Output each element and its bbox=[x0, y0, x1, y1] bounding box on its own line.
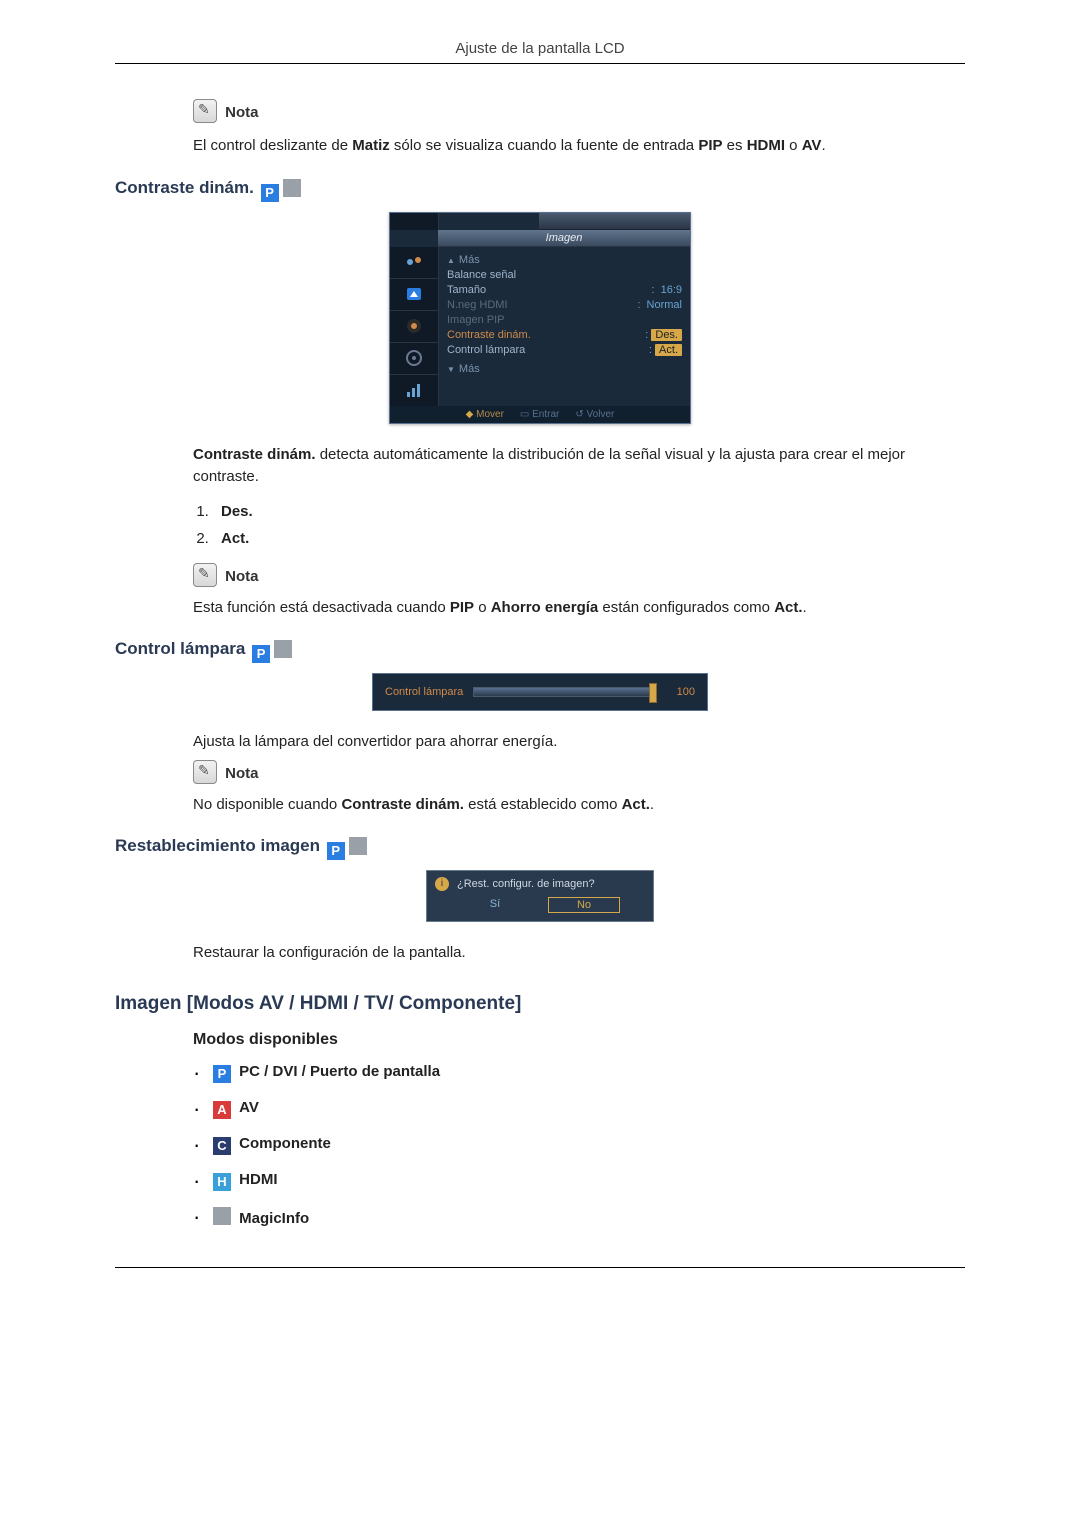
section-reset-title: Restablecimiento imagen P bbox=[115, 836, 965, 860]
osd-side-icon-4 bbox=[390, 343, 438, 375]
note-text: El control deslizante de Matiz sólo se v… bbox=[193, 135, 965, 158]
mode-badge-p-icon: P bbox=[261, 184, 279, 202]
lamp-slider-label: Control lámpara bbox=[385, 686, 463, 698]
note-block: Nota bbox=[193, 99, 965, 123]
osd-footer: ◆ Mover ▭ Entrar ↺ Volver bbox=[390, 406, 690, 423]
section-imagen-modes-title: Imagen [Modos AV / HDMI / TV/ Componente… bbox=[115, 993, 965, 1015]
mode-item-pc: P PC / DVI / Puerto de pantalla bbox=[193, 1063, 965, 1083]
contraste-desc: Contraste dinám. detecta automáticamente… bbox=[193, 444, 965, 489]
note-icon bbox=[193, 760, 217, 784]
osd-row-nneg: N.neg HDMI : Normal bbox=[447, 298, 682, 313]
lamp-slider-thumb bbox=[649, 683, 657, 703]
mode-badge-p-icon: P bbox=[327, 842, 345, 860]
mode-item-av: A AV bbox=[193, 1099, 965, 1119]
mode-badge-m-icon bbox=[283, 179, 301, 197]
osd-title: Imagen bbox=[438, 230, 690, 247]
contraste-options-list: Des. Act. bbox=[193, 503, 965, 547]
mode-badge-a-icon: A bbox=[213, 1101, 231, 1119]
osd-menu-screenshot: Imagen bbox=[389, 212, 691, 424]
info-icon: i bbox=[435, 877, 449, 891]
page-title: Ajuste de la pantalla LCD bbox=[455, 40, 624, 57]
osd-row-tamano: Tamaño : 16:9 bbox=[447, 283, 682, 298]
note-label: Nota bbox=[225, 568, 258, 585]
contraste-opt-act: Act. bbox=[213, 530, 965, 547]
note-icon bbox=[193, 99, 217, 123]
lamp-slider-track bbox=[473, 687, 657, 697]
note-icon bbox=[193, 563, 217, 587]
osd-side-icon-2 bbox=[390, 279, 438, 311]
reset-dialog-no: No bbox=[548, 897, 620, 913]
osd-side-icon-3 bbox=[390, 311, 438, 343]
lampara-note-text: No disponible cuando Contraste dinám. es… bbox=[193, 794, 965, 817]
section-lampara-title: Control lámpara P bbox=[115, 639, 965, 663]
note-block: Nota bbox=[193, 563, 965, 587]
mode-badge-m-icon bbox=[213, 1207, 231, 1225]
note-label: Nota bbox=[225, 765, 258, 782]
lamp-slider-screenshot: Control lámpara 100 bbox=[372, 673, 708, 711]
osd-row-balance: Balance señal bbox=[447, 268, 682, 283]
osd-row-lampara: Control lámpara : Act. bbox=[447, 343, 682, 358]
mode-badge-m-icon bbox=[349, 837, 367, 855]
modes-list: P PC / DVI / Puerto de pantalla A AV C C… bbox=[193, 1063, 965, 1227]
mode-badge-c-icon: C bbox=[213, 1137, 231, 1155]
mode-item-componente: C Componente bbox=[193, 1135, 965, 1155]
contraste-opt-des: Des. bbox=[213, 503, 965, 520]
page-header: Ajuste de la pantalla LCD bbox=[115, 40, 965, 64]
mode-badge-p-icon: P bbox=[213, 1065, 231, 1083]
osd-row-contraste: Contraste dinám. : Des. bbox=[447, 328, 682, 343]
page-footer-rule bbox=[115, 1267, 965, 1269]
mode-item-hdmi: H HDMI bbox=[193, 1171, 965, 1191]
reset-dialog-yes: Sí bbox=[460, 897, 530, 913]
lampara-desc: Ajusta la lámpara del convertidor para a… bbox=[193, 731, 965, 754]
osd-more-down: ▼Más bbox=[447, 362, 682, 377]
contraste-note-text: Esta función está desactivada cuando PIP… bbox=[193, 597, 965, 620]
osd-sidebar bbox=[390, 247, 439, 406]
reset-dialog-screenshot: i ¿Rest. configur. de imagen? Sí No bbox=[426, 870, 654, 922]
reset-desc: Restaurar la configuración de la pantall… bbox=[193, 942, 965, 965]
mode-badge-h-icon: H bbox=[213, 1173, 231, 1191]
osd-more-up: ▲Más bbox=[447, 253, 682, 268]
modos-disponibles-heading: Modos disponibles bbox=[193, 1031, 965, 1049]
note-block: Nota bbox=[193, 760, 965, 784]
reset-dialog-question: ¿Rest. configur. de imagen? bbox=[457, 878, 595, 890]
osd-row-pip: Imagen PIP bbox=[447, 313, 682, 328]
mode-badge-m-icon bbox=[274, 640, 292, 658]
section-contraste-title: Contraste dinám. P bbox=[115, 178, 965, 202]
note-label: Nota bbox=[225, 104, 258, 121]
osd-side-icon-1 bbox=[390, 247, 438, 279]
mode-item-magicinfo: MagicInfo bbox=[193, 1207, 965, 1227]
lamp-slider-value: 100 bbox=[667, 686, 695, 698]
osd-side-icon-5 bbox=[390, 375, 438, 406]
mode-badge-p-icon: P bbox=[252, 645, 270, 663]
